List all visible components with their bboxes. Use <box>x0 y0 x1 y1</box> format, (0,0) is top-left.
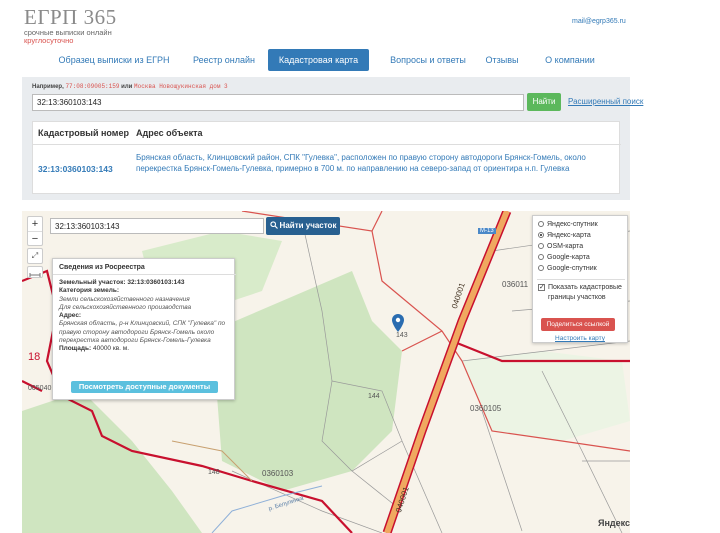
layer-option-google-map[interactable]: Google-карта <box>538 253 590 263</box>
result-address[interactable]: Брянская область, Клинцовский район, СПК… <box>136 152 618 174</box>
radio-selected-icon <box>538 231 544 238</box>
zoom-control: + − <box>27 216 43 246</box>
logo[interactable]: ЕГРП 365 срочные выписки онлайн круглосу… <box>24 6 117 45</box>
cadastral-map[interactable]: + − ⤢ 32:13:360103:143 Найти участок Све… <box>22 211 630 533</box>
map-label-block-0360103: 0360103 <box>262 469 294 478</box>
find-plot-button[interactable]: Найти участок <box>266 217 340 235</box>
nav-item-cadastral-map[interactable]: Кадастровая карта <box>268 49 369 71</box>
info-card-body: Земельный участок: 32:13:0360103:143 Кат… <box>59 279 231 354</box>
results-table: Кадастровый номер Адрес объекта 32:13:03… <box>32 121 621 194</box>
map-label-plot-143: 143 <box>396 332 408 339</box>
search-example: Например, 77:08:09005:159 или Москва Нов… <box>32 83 228 90</box>
layer-label: Google-спутник <box>547 265 597 272</box>
find-plot-label: Найти участок <box>279 221 337 230</box>
example-code[interactable]: 77:08:09005:159 <box>65 83 119 90</box>
nav-item-reviews[interactable]: Отзывы <box>484 49 520 71</box>
plot-label: Земельный участок: <box>59 279 126 286</box>
search-input[interactable]: 32:13:360103:143 <box>32 94 524 111</box>
ruler-icon[interactable] <box>27 266 43 278</box>
map-label-plot-148: 148 <box>208 469 220 476</box>
layer-label: Google-карта <box>547 254 590 261</box>
yandex-attribution: Яндекс <box>598 518 630 528</box>
view-documents-button[interactable]: Посмотреть доступные документы <box>71 381 218 393</box>
example-or: или <box>121 84 133 90</box>
map-search-input[interactable]: 32:13:360103:143 <box>50 218 264 234</box>
info-card-divider <box>53 274 236 275</box>
configure-map-link[interactable]: Настроить карту <box>533 335 627 342</box>
zoom-in-button[interactable]: + <box>28 217 42 231</box>
nav-item-about[interactable]: О компании <box>540 49 600 71</box>
logo-subtitle-accent: круглосуточно <box>24 36 74 45</box>
fullscreen-icon[interactable]: ⤢ <box>27 248 43 264</box>
radio-icon <box>538 264 544 271</box>
nav-item-faq[interactable]: Вопросы и ответы <box>384 49 472 71</box>
map-label-block-0360105: 0360105 <box>470 404 502 413</box>
search-button[interactable]: Найти <box>527 93 561 111</box>
main-nav: Образец выписки из ЕГРН Реестр онлайн Ка… <box>44 49 644 71</box>
layer-option-google-satellite[interactable]: Google-спутник <box>538 264 597 274</box>
show-borders-label: Показать кадастровые границы участков <box>548 284 622 301</box>
results-table-header: Кадастровый номер Адрес объекта <box>33 122 621 145</box>
radio-icon <box>538 220 544 227</box>
column-header-address: Адрес объекта <box>136 128 203 138</box>
advanced-search-link[interactable]: Расширенный поиск <box>568 97 643 106</box>
layers-divider <box>537 279 625 280</box>
category-label: Категория земель: <box>59 287 120 295</box>
result-cadastral-number[interactable]: 32:13:0360103:143 <box>38 164 113 174</box>
column-header-number: Кадастровый номер <box>38 128 129 138</box>
share-link-button[interactable]: Поделиться ссылкой <box>541 318 615 331</box>
show-borders-checkbox[interactable]: ✓ <box>538 284 545 291</box>
layer-label: Яндекс-карта <box>547 232 591 239</box>
logo-title: ЕГРП 365 <box>24 5 117 29</box>
layer-label: OSM-карта <box>547 243 584 250</box>
area-value: 40000 кв. м. <box>92 345 130 353</box>
nav-item-registry[interactable]: Реестр онлайн <box>190 49 258 71</box>
search-panel: Например, 77:08:09005:159 или Москва Нов… <box>22 77 643 200</box>
category-value: Земли сельскохозяйственного назначения <box>59 295 190 303</box>
radio-icon <box>538 242 544 249</box>
layer-label: Яндекс-спутник <box>547 221 598 228</box>
example-prefix: Например, <box>32 84 64 90</box>
radio-icon <box>538 253 544 260</box>
map-label-road-m13: М-13 <box>478 228 496 234</box>
plot-number: 32:13:0360103:143 <box>127 279 185 286</box>
nav-item-sample[interactable]: Образец выписки из ЕГРН <box>56 49 172 71</box>
map-pin-icon[interactable] <box>392 314 404 332</box>
area-label: Площадь: <box>59 345 92 353</box>
map-label-block-005040: 005040 <box>28 385 52 392</box>
search-icon <box>269 221 278 229</box>
address-value: Брянская область, р-н Клинцовский, СПК "… <box>59 320 226 345</box>
layers-panel: Яндекс-спутник Яндекс-карта OSM-карта Go… <box>532 215 628 343</box>
map-label-side-18: 18 <box>28 351 41 363</box>
layer-option-yandex-map[interactable]: Яндекс-карта <box>538 231 591 241</box>
purpose-value: Для сельскохозяйственного производства <box>59 303 192 311</box>
layer-option-osm[interactable]: OSM-карта <box>538 242 583 252</box>
contact-email-link[interactable]: mail@egrp365.ru <box>572 18 626 25</box>
plot-info-card: Сведения из Росреестра Земельный участок… <box>52 258 236 400</box>
info-card-title: Сведения из Росреестра <box>59 264 145 271</box>
layer-option-yandex-satellite[interactable]: Яндекс-спутник <box>538 220 598 230</box>
map-label-block-0360111: 036011 <box>502 280 529 289</box>
page-root: ЕГРП 365 срочные выписки онлайн круглосу… <box>0 0 720 533</box>
map-label-plot-144: 144 <box>368 393 380 400</box>
zoom-out-button[interactable]: − <box>28 231 42 245</box>
example-address[interactable]: Москва Новощукинская дом 3 <box>134 83 228 90</box>
